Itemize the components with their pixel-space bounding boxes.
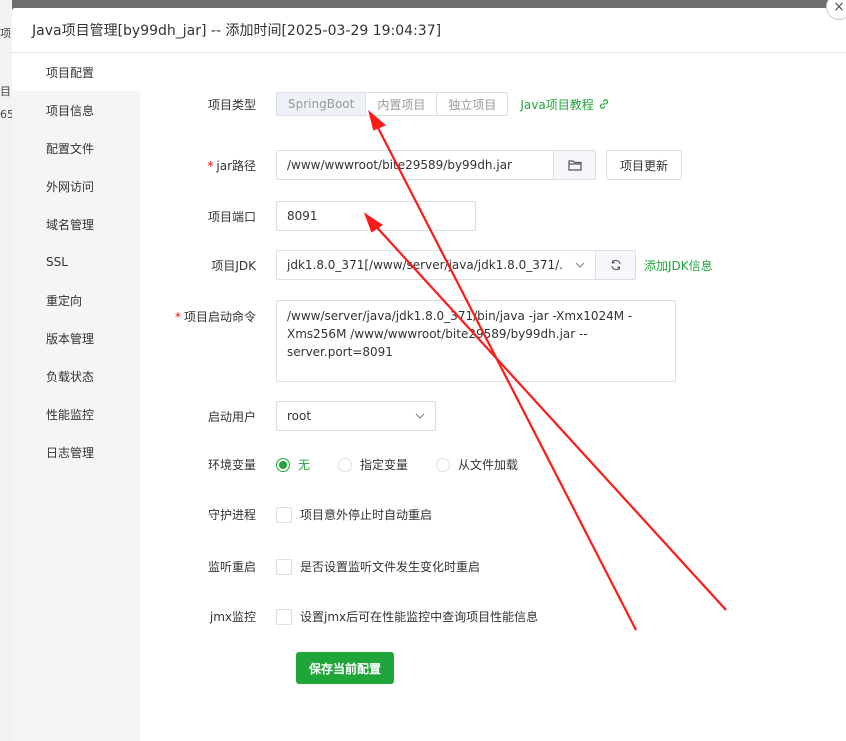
env-radio-none-label: 无 <box>298 458 311 472</box>
background-page-strip: 项 目 65 <box>0 0 14 741</box>
start-user-label: 启动用户 <box>207 409 256 424</box>
required-mark: * <box>207 158 214 173</box>
jmx-checkbox-text: 设置jmx后可在性能监控中查询项目性能信息 <box>300 610 539 624</box>
daemon-checkbox-text: 项目意外停止时自动重启 <box>300 508 433 522</box>
background-overlay <box>0 0 846 8</box>
sidebar-item-project-config[interactable]: 项目配置 <box>12 53 140 91</box>
settings-sidebar: 项目配置 项目信息 配置文件 外网访问 域名管理 SSL 重定向 版本管理 负载… <box>12 53 140 741</box>
env-radio-specified[interactable]: 指定变量 <box>338 456 408 473</box>
required-mark: * <box>174 310 181 324</box>
watch-restart-checkbox[interactable]: 是否设置监听文件发生变化时重启 <box>276 558 480 575</box>
jdk-label: 项目JDK <box>211 258 256 273</box>
start-user-select[interactable]: root <box>276 401 436 431</box>
watch-restart-text: 是否设置监听文件发生变化时重启 <box>300 560 481 574</box>
jmx-label: jmx监控 <box>209 610 256 624</box>
radio-dot <box>338 457 353 472</box>
sidebar-item-domain[interactable]: 域名管理 <box>12 205 140 243</box>
sidebar-item-ssl[interactable]: SSL <box>12 243 140 281</box>
start-command-textarea[interactable]: /www/server/java/jdk1.8.0_371/bin/java -… <box>276 300 676 382</box>
env-radio-file-label: 从文件加载 <box>458 458 519 472</box>
java-tutorial-link[interactable]: Java项目教程 <box>520 96 609 113</box>
sidebar-item-load-status[interactable]: 负载状态 <box>12 357 140 395</box>
sidebar-item-version[interactable]: 版本管理 <box>12 319 140 357</box>
sidebar-item-performance[interactable]: 性能监控 <box>12 395 140 433</box>
radio-dot <box>436 457 451 472</box>
java-tutorial-label: Java项目教程 <box>520 97 594 112</box>
watch-restart-label: 监听重启 <box>207 560 256 574</box>
env-label: 环境变量 <box>207 458 256 472</box>
port-label: 项目端口 <box>207 209 256 224</box>
add-jdk-link[interactable]: 添加JDK信息 <box>644 257 713 274</box>
chevron-down-icon <box>415 413 425 419</box>
folder-picker-button[interactable] <box>554 150 596 180</box>
jmx-checkbox[interactable]: 设置jmx后可在性能监控中查询项目性能信息 <box>276 608 538 625</box>
project-type-springboot[interactable]: SpringBoot <box>277 93 367 115</box>
env-radio-file[interactable]: 从文件加载 <box>436 456 518 473</box>
jar-path-label-text: jar路径 <box>216 158 256 173</box>
project-type-standalone[interactable]: 独立项目 <box>437 93 508 115</box>
sidebar-item-project-info[interactable]: 项目信息 <box>12 91 140 129</box>
checkbox-box <box>276 558 292 575</box>
jar-path-group: /www/wwwroot/bite29589/by99dh.jar <box>276 150 596 180</box>
daemon-checkbox[interactable]: 项目意外停止时自动重启 <box>276 506 432 523</box>
project-type-builtin[interactable]: 内置项目 <box>366 93 438 115</box>
start-user-value: root <box>287 409 312 423</box>
start-command-label-text: 项目启动命令 <box>183 310 256 324</box>
sidebar-item-redirect[interactable]: 重定向 <box>12 281 140 319</box>
chevron-down-icon <box>575 262 585 268</box>
jar-path-label: * jar路径 <box>140 157 276 174</box>
project-type-label: 项目类型 <box>207 97 256 112</box>
config-form: 项目类型 SpringBoot 内置项目 独立项目 Java项目教程 * jar路… <box>140 53 846 741</box>
jdk-select[interactable]: jdk1.8.0_371[/www/server/java/jdk1.8.0_3… <box>276 250 596 280</box>
jar-path-input[interactable]: /www/wwwroot/bite29589/by99dh.jar <box>276 150 554 180</box>
background-text: 目 <box>0 85 11 98</box>
project-update-button[interactable]: 项目更新 <box>606 150 683 180</box>
daemon-label: 守护进程 <box>207 508 256 522</box>
background-text: 项 <box>0 27 11 40</box>
project-dialog: Java项目管理[by99dh_jar] -- 添加时间[2025-03-29 … <box>12 8 846 741</box>
sidebar-item-external-access[interactable]: 外网访问 <box>12 167 140 205</box>
link-icon <box>599 99 608 109</box>
refresh-icon <box>610 259 621 271</box>
jdk-select-value: jdk1.8.0_371[/www/server/java/jdk1.8.0_3… <box>287 258 562 272</box>
folder-icon <box>567 160 582 171</box>
checkbox-box <box>276 608 292 625</box>
radio-dot <box>276 457 290 472</box>
jdk-group: jdk1.8.0_371[/www/server/java/jdk1.8.0_3… <box>276 250 636 280</box>
env-radio-specified-label: 指定变量 <box>360 458 409 472</box>
refresh-jdk-button[interactable] <box>596 250 636 280</box>
sidebar-item-config-file[interactable]: 配置文件 <box>12 129 140 167</box>
start-command-label: * 项目启动命令 <box>140 300 276 325</box>
sidebar-item-logs[interactable]: 日志管理 <box>12 433 140 471</box>
port-input[interactable]: 8091 <box>276 201 476 231</box>
dialog-title: Java项目管理[by99dh_jar] -- 添加时间[2025-03-29 … <box>12 8 846 53</box>
project-type-selector: SpringBoot 内置项目 独立项目 <box>276 92 509 116</box>
checkbox-box <box>276 506 292 523</box>
env-radio-none[interactable]: 无 <box>276 456 310 473</box>
save-config-button[interactable]: 保存当前配置 <box>296 652 395 684</box>
